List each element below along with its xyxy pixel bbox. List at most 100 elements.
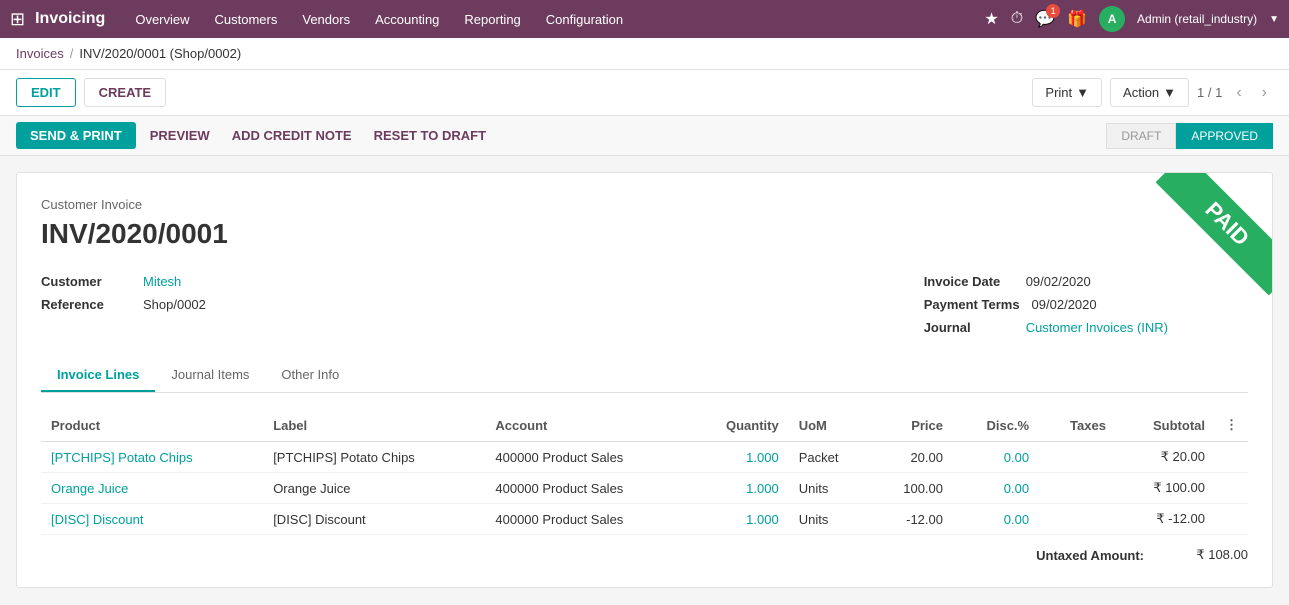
cell-disc: 0.00 (953, 473, 1039, 504)
print-label: Print (1045, 85, 1072, 100)
nav-accounting[interactable]: Accounting (365, 4, 449, 35)
breadcrumb-parent[interactable]: Invoices (16, 46, 64, 61)
customer-value[interactable]: Mitesh (143, 274, 181, 289)
col-price: Price (871, 409, 953, 442)
nav-reporting[interactable]: Reporting (454, 4, 530, 35)
reset-to-draft-button[interactable]: RESET TO DRAFT (366, 122, 494, 149)
cell-row-action[interactable] (1215, 504, 1248, 535)
action-bar: EDIT CREATE Print ▼ Action ▼ 1 / 1 ‹ › (0, 70, 1289, 116)
cell-disc: 0.00 (953, 504, 1039, 535)
col-subtotal: Subtotal (1116, 409, 1215, 442)
breadcrumb-separator: / (70, 46, 74, 61)
preview-button[interactable]: PREVIEW (142, 122, 218, 149)
journal-value[interactable]: Customer Invoices (INR) (1026, 320, 1168, 335)
pagination-text: 1 / 1 (1197, 85, 1222, 100)
pagination: 1 / 1 ‹ › (1197, 82, 1273, 104)
cell-taxes (1039, 442, 1116, 473)
untaxed-amount-value: ₹ 108.00 (1168, 547, 1248, 563)
cell-price: -12.00 (871, 504, 953, 535)
nav-right: ★ ⏱ 💬 1 🎁 A Admin (retail_industry) ▼ (984, 6, 1279, 32)
table-row: [PTCHIPS] Potato Chips [PTCHIPS] Potato … (41, 442, 1248, 473)
chat-icon[interactable]: 💬 1 (1035, 9, 1055, 29)
col-actions: ⋮ (1215, 409, 1248, 442)
invoice-number: INV/2020/0001 (41, 218, 1248, 250)
cell-product[interactable]: [DISC] Discount (41, 504, 263, 535)
cell-subtotal: ₹ 20.00 (1116, 442, 1215, 473)
top-navigation: ⊞ Invoicing Overview Customers Vendors A… (0, 0, 1289, 38)
tabs: Invoice Lines Journal Items Other Info (41, 359, 1248, 393)
action-dropdown[interactable]: Action ▼ (1110, 78, 1189, 107)
app-grid-icon[interactable]: ⊞ (10, 9, 25, 30)
print-arrow-icon: ▼ (1076, 85, 1089, 100)
edit-button[interactable]: EDIT (16, 78, 76, 107)
invoice-footer: Untaxed Amount: ₹ 108.00 (41, 535, 1248, 563)
untaxed-amount-label: Untaxed Amount: (1036, 548, 1144, 563)
cell-row-action[interactable] (1215, 473, 1248, 504)
clock-icon[interactable]: ⏱ (1011, 10, 1023, 28)
pagination-prev[interactable]: ‹ (1230, 82, 1247, 104)
notification-badge: 1 (1046, 4, 1060, 18)
nav-configuration[interactable]: Configuration (536, 4, 633, 35)
apps-icon[interactable]: ★ (984, 9, 998, 29)
tab-invoice-lines[interactable]: Invoice Lines (41, 359, 155, 392)
cell-label: [PTCHIPS] Potato Chips (263, 442, 485, 473)
tab-journal-items[interactable]: Journal Items (155, 359, 265, 392)
reference-label: Reference (41, 297, 131, 312)
customer-label: Customer (41, 274, 131, 289)
tab-other-info[interactable]: Other Info (265, 359, 355, 392)
cell-quantity: 1.000 (689, 504, 789, 535)
nav-customers[interactable]: Customers (205, 4, 288, 35)
cell-account: 400000 Product Sales (485, 504, 688, 535)
invoice-date-row: Invoice Date 09/02/2020 (924, 274, 1168, 289)
add-credit-note-button[interactable]: ADD CREDIT NOTE (224, 122, 360, 149)
create-button[interactable]: CREATE (84, 78, 166, 107)
cell-taxes (1039, 473, 1116, 504)
meta-right: Invoice Date 09/02/2020 Payment Terms 09… (924, 274, 1168, 335)
cell-label: Orange Juice (263, 473, 485, 504)
journal-label: Journal (924, 320, 1014, 335)
cell-row-action[interactable] (1215, 442, 1248, 473)
totals-row: Untaxed Amount: ₹ 108.00 (1036, 547, 1248, 563)
col-quantity: Quantity (689, 409, 789, 442)
action-arrow-icon: ▼ (1163, 85, 1176, 100)
cell-product[interactable]: [PTCHIPS] Potato Chips (41, 442, 263, 473)
cell-subtotal: ₹ -12.00 (1116, 504, 1215, 535)
app-name: Invoicing (35, 10, 105, 28)
col-taxes: Taxes (1039, 409, 1116, 442)
invoice-type: Customer Invoice (41, 197, 1248, 212)
print-dropdown[interactable]: Print ▼ (1032, 78, 1102, 107)
col-disc: Disc.% (953, 409, 1039, 442)
cell-account: 400000 Product Sales (485, 473, 688, 504)
user-avatar[interactable]: A (1099, 6, 1125, 32)
breadcrumb: Invoices / INV/2020/0001 (Shop/0002) (0, 38, 1289, 70)
nav-links: Overview Customers Vendors Accounting Re… (125, 4, 984, 35)
action-label: Action (1123, 85, 1159, 100)
reference-value: Shop/0002 (143, 297, 206, 312)
invoice-table: Product Label Account Quantity UoM Price… (41, 409, 1248, 535)
cell-uom: Units (789, 473, 871, 504)
meta-left: Customer Mitesh Reference Shop/0002 (41, 274, 206, 335)
nav-overview[interactable]: Overview (125, 4, 199, 35)
invoice-card: PAID Customer Invoice INV/2020/0001 Cust… (16, 172, 1273, 588)
user-dropdown-arrow[interactable]: ▼ (1269, 14, 1279, 25)
status-pills: DRAFT APPROVED (1106, 123, 1273, 149)
pagination-next[interactable]: › (1256, 82, 1273, 104)
gift-icon[interactable]: 🎁 (1067, 9, 1087, 29)
send-print-button[interactable]: SEND & PRINT (16, 122, 136, 149)
table-row: Orange Juice Orange Juice 400000 Product… (41, 473, 1248, 504)
cell-account: 400000 Product Sales (485, 442, 688, 473)
cell-uom: Units (789, 504, 871, 535)
cell-product[interactable]: Orange Juice (41, 473, 263, 504)
nav-vendors[interactable]: Vendors (292, 4, 360, 35)
payment-terms-row: Payment Terms 09/02/2020 (924, 297, 1168, 312)
col-account: Account (485, 409, 688, 442)
table-row: [DISC] Discount [DISC] Discount 400000 P… (41, 504, 1248, 535)
invoice-date-value: 09/02/2020 (1026, 274, 1091, 289)
user-info[interactable]: Admin (retail_industry) (1137, 12, 1257, 26)
cell-price: 20.00 (871, 442, 953, 473)
col-label: Label (263, 409, 485, 442)
journal-row: Journal Customer Invoices (INR) (924, 320, 1168, 335)
cell-disc: 0.00 (953, 442, 1039, 473)
status-approved: APPROVED (1176, 123, 1273, 149)
cell-price: 100.00 (871, 473, 953, 504)
